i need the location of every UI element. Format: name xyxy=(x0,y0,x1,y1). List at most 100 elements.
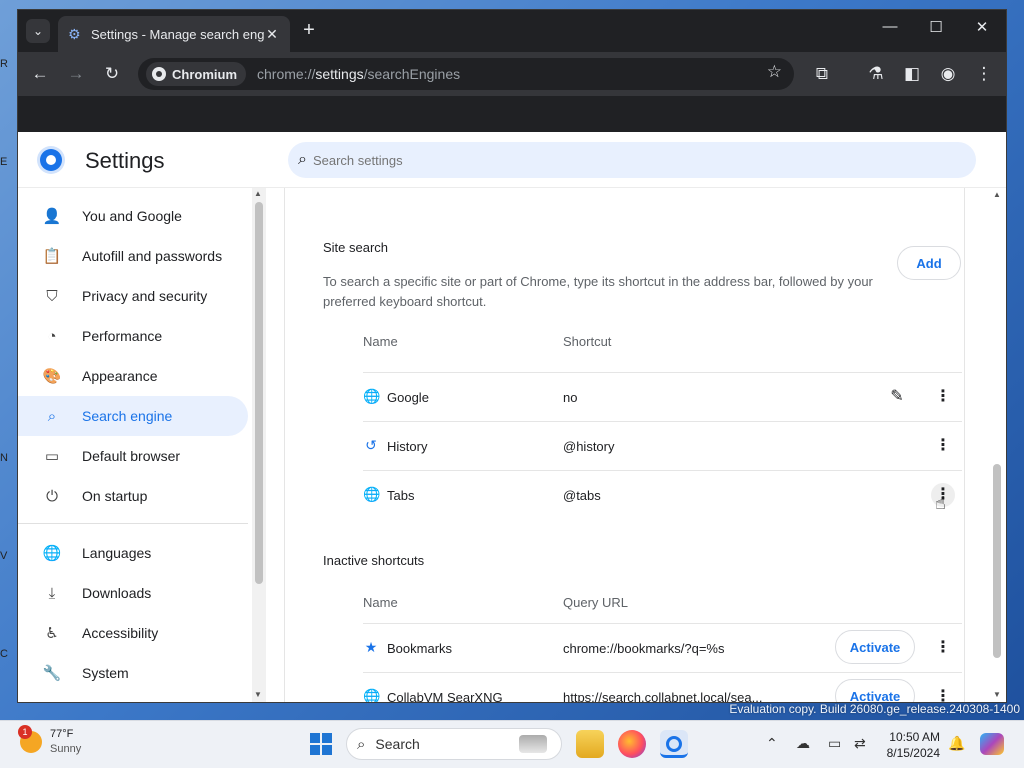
start-button[interactable] xyxy=(310,733,332,755)
search-icon: ⌕ xyxy=(357,735,366,753)
profile-avatar-icon[interactable]: ◉ xyxy=(936,62,960,86)
site-info-chip[interactable]: Chromium xyxy=(146,62,246,86)
minimize-button[interactable]: — xyxy=(876,18,904,35)
gear-icon: ⚙ xyxy=(68,26,81,42)
sidebar-item-system[interactable]: 🔧 System xyxy=(18,653,248,693)
globe-icon: 🌐 xyxy=(363,388,381,404)
extensions-icon[interactable]: ⧉ xyxy=(810,62,834,86)
site-search-row: 🌐 Tabs @tabs ⋮ xyxy=(363,470,962,519)
back-button[interactable]: ← xyxy=(28,62,52,86)
tab-search-button[interactable]: ⌄ xyxy=(26,19,50,43)
url-path: /searchEngines xyxy=(363,66,461,82)
scroll-down-arrow-icon[interactable]: ▼ xyxy=(254,690,262,699)
sidebar-item-on-startup[interactable]: ⏻ On startup xyxy=(18,476,248,516)
search-input[interactable] xyxy=(312,152,713,168)
notification-badge: 1 xyxy=(18,725,32,739)
taskbar-search[interactable]: ⌕ Search xyxy=(346,728,562,760)
row-menu-kebab-icon[interactable]: ⋮ xyxy=(931,636,955,660)
sidebar-item-you-and-google[interactable]: 👤 You and Google xyxy=(18,196,248,236)
weather-widget[interactable]: 1 77°F Sunny xyxy=(18,725,81,757)
row-name: CollabVM SearXNG xyxy=(387,690,503,702)
bell-icon[interactable]: 🔔 xyxy=(948,735,965,752)
accessibility-icon: ♿ xyxy=(45,625,59,642)
history-icon: ↺ xyxy=(365,437,377,453)
row-shortcut: @tabs xyxy=(563,488,601,503)
sidebar-item-privacy[interactable]: ⛉ Privacy and security xyxy=(18,276,248,316)
settings-main: Site search To search a specific site or… xyxy=(266,188,1006,702)
scroll-up-arrow-icon[interactable]: ▲ xyxy=(254,189,262,198)
sidebar-item-performance[interactable]: ◔ Performance xyxy=(18,316,248,356)
desktop-icon-label: V xyxy=(0,550,8,562)
sidebar-scroll-thumb[interactable] xyxy=(255,202,263,584)
close-window-button[interactable]: ✕ xyxy=(968,18,996,36)
close-tab-icon[interactable]: ✕ xyxy=(264,26,280,43)
main-scroll-thumb[interactable] xyxy=(993,464,1001,658)
sidebar-divider xyxy=(18,523,248,524)
site-search-row: 🌐 Google no ✎ ⋮ xyxy=(363,372,962,421)
chromium-taskbar-icon[interactable] xyxy=(660,730,688,758)
url-host: settings xyxy=(315,66,364,82)
row-name: Google xyxy=(387,390,429,405)
main-scrollbar[interactable]: ▲ ▼ xyxy=(988,188,1006,702)
network-icon[interactable]: ⇄ xyxy=(854,735,866,752)
activate-button[interactable]: Activate xyxy=(835,679,915,702)
sidebar-item-default-browser[interactable]: ▭ Default browser xyxy=(18,436,248,476)
file-explorer-icon[interactable] xyxy=(576,730,604,758)
edit-pencil-icon[interactable]: ✎ xyxy=(885,385,909,409)
display-icon[interactable]: ▭ xyxy=(828,735,841,752)
menu-kebab-icon[interactable]: ⋮ xyxy=(972,62,996,86)
add-site-search-button[interactable]: Add xyxy=(897,246,961,280)
windows-taskbar: 1 77°F Sunny ⌕ Search ⌃ ☁ ▭ ⇄ 10:50 AM 8… xyxy=(0,720,1024,768)
tab-title: Settings - Manage search engi xyxy=(91,26,264,42)
toolbar-extension-area xyxy=(18,96,1006,132)
sidebar-item-search-engine[interactable]: ⌕ Search engine xyxy=(18,396,248,436)
sidebar-item-label: System xyxy=(82,665,129,681)
sidebar-item-label: On startup xyxy=(82,488,148,504)
reload-button[interactable]: ↻ xyxy=(100,62,124,86)
taskbar-search-label: Search xyxy=(375,736,420,752)
row-query-url: https://search.collabnet.local/sea... xyxy=(563,690,763,702)
inactive-shortcuts-heading: Inactive shortcuts xyxy=(323,553,425,568)
copilot-icon[interactable] xyxy=(980,733,1004,755)
row-query-url: chrome://bookmarks/?q=%s xyxy=(563,641,725,656)
activate-button[interactable]: Activate xyxy=(835,630,915,664)
settings-header: Settings ⌕ xyxy=(18,132,1006,188)
cloud-offline-icon[interactable]: ☁ xyxy=(796,735,810,752)
site-search-heading: Site search xyxy=(323,240,389,255)
address-bar[interactable]: Chromium chrome://settings/searchEngines… xyxy=(138,58,794,90)
tab-settings[interactable]: ⚙ Settings - Manage search engi ✕ xyxy=(58,16,290,52)
clipboard-icon: 📋 xyxy=(42,248,62,265)
sidebar-item-appearance[interactable]: 🎨 Appearance xyxy=(18,356,248,396)
sidebar-item-autofill[interactable]: 📋 Autofill and passwords xyxy=(18,236,248,276)
new-tab-button[interactable]: + xyxy=(298,20,320,42)
chevron-up-icon[interactable]: ⌃ xyxy=(766,735,778,752)
sidebar-item-label: Appearance xyxy=(82,368,158,384)
globe-icon: 🌐 xyxy=(363,688,381,702)
browser-icon: ▭ xyxy=(44,448,60,465)
globe-icon: 🌐 xyxy=(363,486,381,502)
sidebar-item-languages[interactable]: 🌐 Languages xyxy=(18,533,248,573)
sidebar-item-downloads[interactable]: ⤓ Downloads xyxy=(18,573,248,613)
settings-search[interactable]: ⌕ xyxy=(288,142,976,178)
scroll-down-arrow-icon[interactable]: ▼ xyxy=(993,690,1001,699)
firefox-icon[interactable] xyxy=(618,730,646,758)
maximize-button[interactable]: ☐ xyxy=(922,18,950,36)
labs-flask-icon[interactable]: ⚗ xyxy=(864,62,888,86)
sidebar-item-accessibility[interactable]: ♿ Accessibility xyxy=(18,613,248,653)
sidebar-scrollbar[interactable]: ▲ ▼ xyxy=(252,188,266,702)
chromium-logo xyxy=(40,149,62,171)
desktop-icon-label: C xyxy=(0,648,8,660)
weather-temperature: 77°F xyxy=(50,728,74,740)
inactive-shortcut-row: 🌐 CollabVM SearXNG https://search.collab… xyxy=(363,672,962,702)
side-panel-icon[interactable]: ◧ xyxy=(900,62,924,86)
column-header-name: Name xyxy=(363,595,398,610)
forward-button[interactable]: → xyxy=(64,62,88,86)
row-menu-kebab-icon[interactable]: ⋮ xyxy=(931,685,955,702)
row-menu-kebab-icon[interactable]: ⋮ xyxy=(931,385,955,409)
column-header-shortcut: Shortcut xyxy=(563,334,612,349)
system-clock[interactable]: 10:50 AM 8/15/2024 xyxy=(884,729,940,761)
row-menu-kebab-icon[interactable]: ⋮ xyxy=(931,434,955,458)
scroll-up-arrow-icon[interactable]: ▲ xyxy=(993,190,1001,199)
settings-sidebar: 👤 You and Google 📋 Autofill and passwords … xyxy=(18,188,266,702)
bookmark-star-icon[interactable]: ☆ xyxy=(767,62,782,82)
